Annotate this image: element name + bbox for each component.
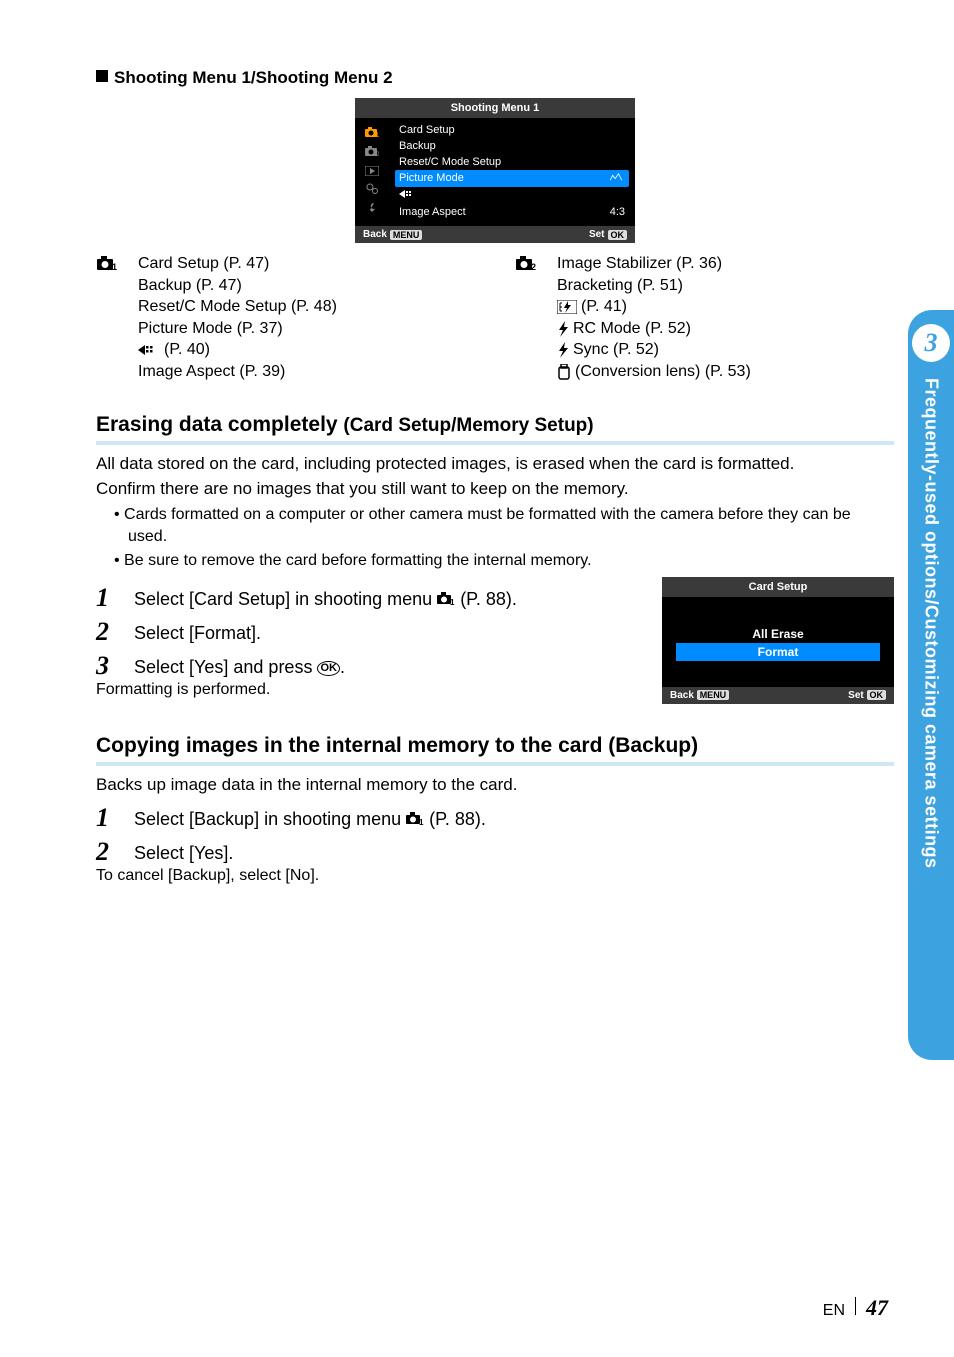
play-icon: [365, 164, 379, 180]
dialog-back-label: Back: [670, 690, 694, 701]
menu-row-highlighted: Picture Mode: [395, 170, 629, 187]
bullet-item: Cards formatted on a computer or other c…: [114, 504, 894, 547]
camera2-icon: 2: [364, 145, 380, 161]
step-sub: Formatting is performed.: [96, 681, 632, 699]
section-title-text: Shooting Menu 1/Shooting Menu 2: [114, 68, 393, 87]
svg-text:1: 1: [376, 133, 380, 138]
natural-icon: [607, 172, 625, 185]
step-3: 3 Select [Yes] and press OK.: [96, 653, 632, 679]
section-title: Shooting Menu 1/Shooting Menu 2: [96, 68, 894, 88]
dialog-option: All Erase: [676, 625, 880, 643]
body-text: All data stored on the card, including p…: [96, 453, 894, 476]
menu-pill-icon: MENU: [697, 690, 730, 700]
step-sub: To cancel [Backup], select [No].: [96, 867, 894, 885]
shooting-menu-1-panel: Shooting Menu 1 1 2 Card Setup Backup Re…: [355, 98, 635, 243]
record-quality-icon: [399, 189, 419, 202]
footer-back-label: Back: [363, 229, 387, 240]
chapter-title: Frequently-used options/Customizing came…: [921, 378, 942, 869]
list-item: Backup (P. 47): [138, 275, 337, 297]
menu-row: Backup: [395, 138, 629, 154]
erasing-data-heading: Erasing data completely (Card Setup/Memo…: [96, 413, 894, 445]
list-item: Reset/C Mode Setup (P. 48): [138, 296, 337, 318]
svg-text:1: 1: [112, 262, 117, 271]
dialog-set-label: Set: [848, 690, 864, 701]
conversion-lens-icon: [557, 364, 571, 380]
footer-set-label: Set: [589, 229, 605, 240]
list-item: Bracketing (P. 51): [557, 275, 751, 297]
record-quality-icon: [138, 344, 160, 356]
camera1-icon: 1: [437, 589, 455, 610]
step-number: 2: [96, 619, 118, 645]
menu-row: Reset/C Mode Setup: [395, 154, 629, 170]
dialog-title: Card Setup: [662, 577, 894, 597]
menu-summary-columns: 1 Card Setup (P. 47) Backup (P. 47) Rese…: [96, 253, 894, 383]
menu-pill-icon: MENU: [390, 230, 423, 240]
backup-heading: Copying images in the internal memory to…: [96, 734, 894, 766]
step-number: 3: [96, 653, 118, 679]
wrench-icon: [366, 202, 378, 218]
step-2: 2 Select [Format].: [96, 619, 632, 645]
step-1: 1 Select [Backup] in shooting menu 1 (P.…: [96, 805, 894, 831]
card-setup-dialog: Card Setup All Erase Format Back MENU Se…: [662, 577, 894, 704]
camera1-icon: 1: [364, 126, 380, 142]
menu-row: Image Aspect4:3: [395, 204, 629, 220]
chapter-number: 3: [912, 324, 950, 362]
list-item: RC Mode (P. 52): [557, 318, 751, 340]
flash-icon: [557, 321, 569, 337]
menu-row: [395, 187, 629, 204]
menu-items: Card Setup Backup Reset/C Mode Setup Pic…: [389, 118, 635, 226]
menu-left-tabs: 1 2: [355, 118, 389, 226]
list-item: Picture Mode (P. 37): [138, 318, 337, 340]
flash-bracket-icon: [557, 300, 577, 314]
list-item: (Conversion lens) (P. 53): [557, 361, 751, 383]
ok-pill-icon: OK: [608, 230, 628, 240]
step-number: 1: [96, 585, 118, 611]
ok-button-icon: OK: [317, 661, 340, 676]
footer-page-number: 47: [866, 1295, 888, 1321]
chapter-side-tab: 3 Frequently-used options/Customizing ca…: [908, 310, 954, 1060]
flash-icon: [557, 342, 569, 358]
svg-text:2: 2: [376, 152, 380, 157]
camera2-icon: 2: [515, 253, 537, 276]
step-2: 2 Select [Yes].: [96, 839, 894, 865]
step-1: 1 Select [Card Setup] in shooting menu 1…: [96, 585, 632, 611]
menu-title: Shooting Menu 1: [355, 98, 635, 118]
menu-row: Card Setup: [395, 122, 629, 138]
list-item: Image Aspect (P. 39): [138, 361, 337, 383]
svg-text:2: 2: [531, 262, 536, 271]
ok-pill-icon: OK: [867, 690, 887, 700]
step-number: 1: [96, 805, 118, 831]
dialog-option-highlighted: Format: [676, 643, 880, 661]
list-item: (P. 41): [557, 296, 751, 318]
body-text: Backs up image data in the internal memo…: [96, 774, 894, 797]
camera1-icon: 1: [96, 253, 118, 276]
page-footer: EN 47: [823, 1295, 888, 1321]
bullet-item: Be sure to remove the card before format…: [114, 550, 894, 572]
menu-footer: BackMENU SetOK: [355, 226, 635, 243]
list-item: Image Stabilizer (P. 36): [557, 253, 751, 275]
gears-icon: [365, 183, 379, 199]
camera1-icon: 1: [406, 809, 424, 830]
body-text: Confirm there are no images that you sti…: [96, 478, 894, 501]
step-number: 2: [96, 839, 118, 865]
list-item: Card Setup (P. 47): [138, 253, 337, 275]
footer-lang: EN: [823, 1302, 845, 1320]
list-item: (P. 40): [138, 339, 337, 361]
list-item: Sync (P. 52): [557, 339, 751, 361]
